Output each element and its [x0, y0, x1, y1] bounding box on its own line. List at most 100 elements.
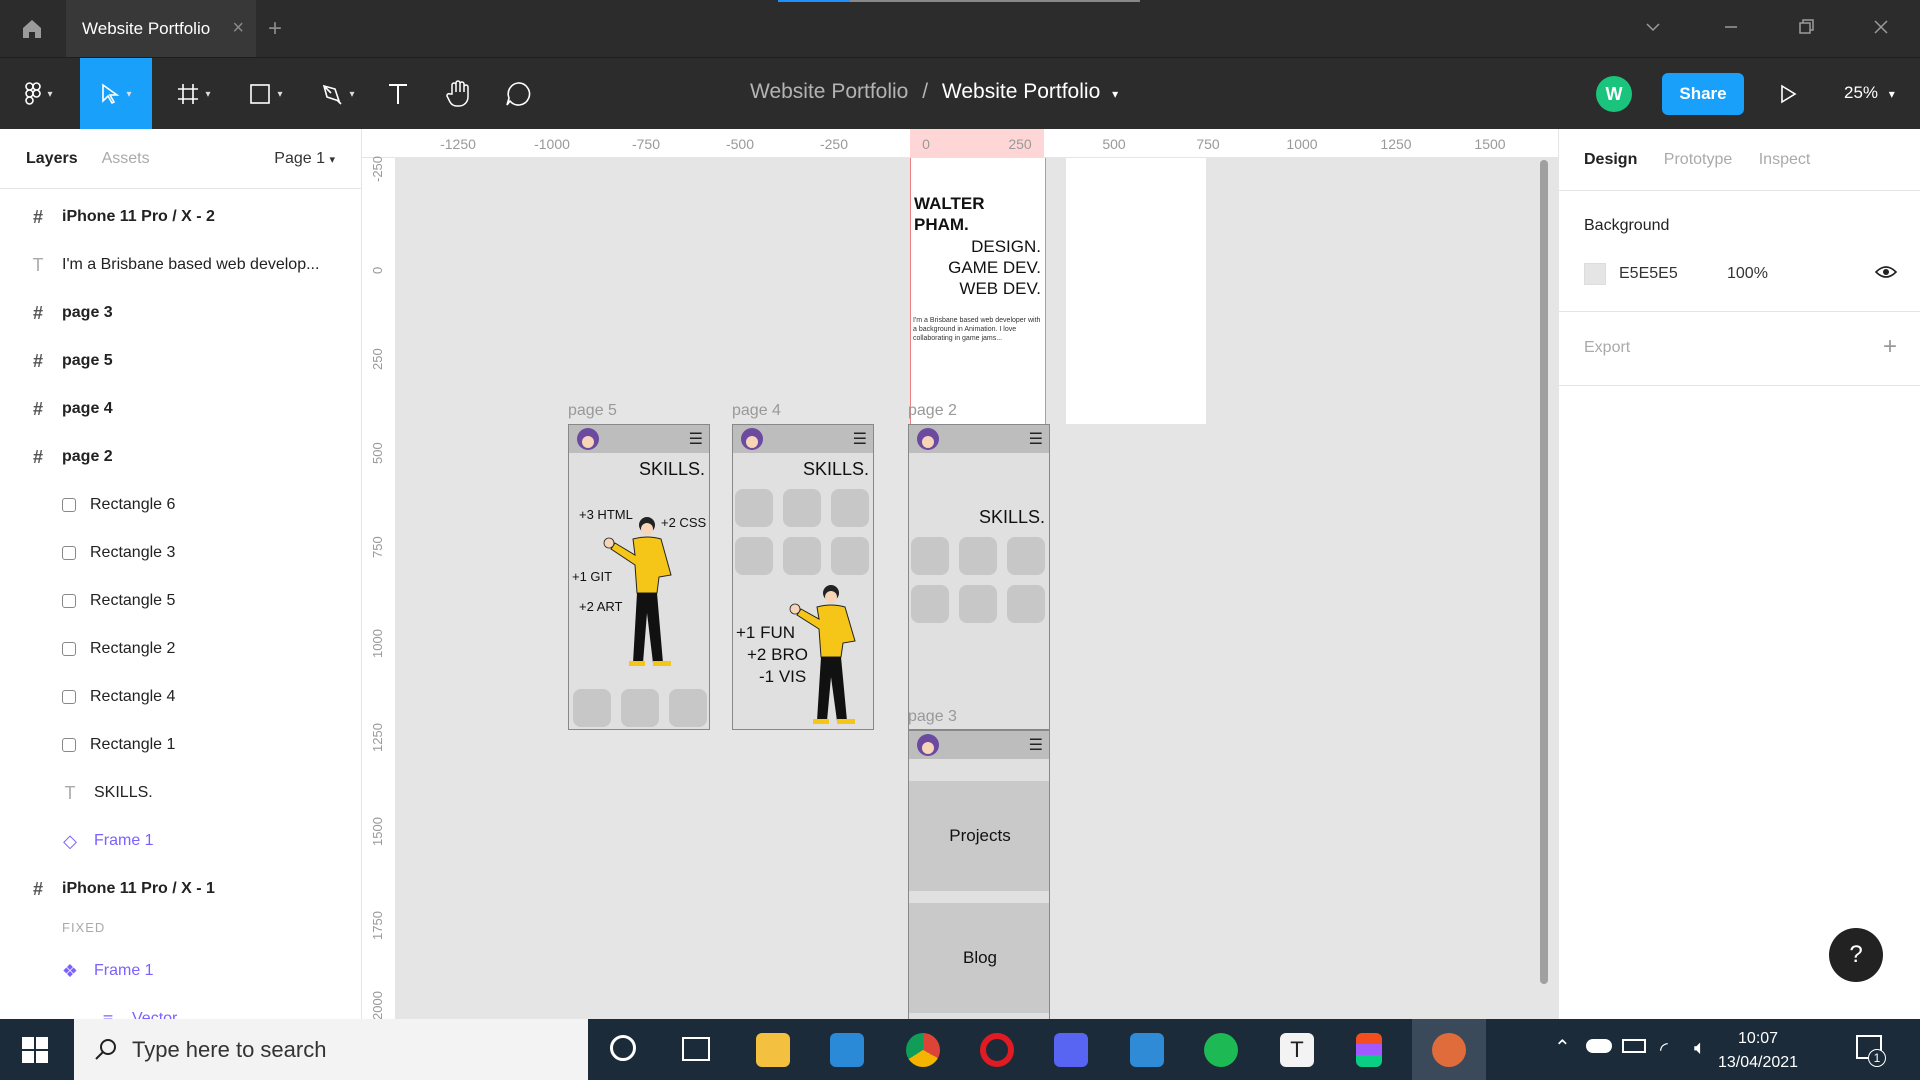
layer-label: page 3: [62, 304, 113, 321]
eye-icon[interactable]: [1874, 264, 1898, 285]
photos-icon[interactable]: [1130, 1033, 1164, 1067]
battery-icon[interactable]: [1622, 1039, 1646, 1053]
background-opacity-input[interactable]: 100%: [1727, 265, 1768, 283]
avatar[interactable]: W: [1596, 76, 1632, 112]
skill-tile: [911, 585, 949, 623]
background-hex-input[interactable]: E5E5E5: [1619, 265, 1678, 283]
typora-icon[interactable]: T: [1280, 1033, 1314, 1067]
file-tab[interactable]: Website Portfolio ×: [66, 0, 256, 57]
frame-iphone-2[interactable]: WALTER PHAM. DESIGN. GAME DEV. WEB DEV. …: [910, 158, 1046, 426]
layer-frame-1-component[interactable]: ❖ Frame 1: [0, 947, 361, 995]
tab-design[interactable]: Design: [1584, 151, 1637, 168]
cortana-icon[interactable]: [610, 1035, 636, 1061]
ruler-label: -1000: [534, 136, 570, 152]
discord-icon[interactable]: [1054, 1033, 1088, 1067]
share-button[interactable]: Share: [1662, 73, 1744, 115]
pen-tool-button[interactable]: ▾: [308, 58, 368, 130]
taskbar-clock[interactable]: 10:07 13/04/2021: [1718, 1027, 1798, 1075]
comment-tool-button[interactable]: [498, 58, 538, 130]
blog-button[interactable]: Blog: [909, 903, 1049, 1013]
layer-skills-text[interactable]: T SKILLS.: [0, 769, 361, 817]
ruler-label: 500: [370, 442, 385, 464]
tab-layers[interactable]: Layers: [26, 150, 78, 168]
avatar-face-icon: [917, 734, 939, 756]
layer-iphone-1[interactable]: # iPhone 11 Pro / X - 1: [0, 865, 361, 913]
frame-page-2[interactable]: ☰ SKILLS.: [908, 424, 1050, 730]
breadcrumb-project[interactable]: Website Portfolio: [750, 80, 908, 103]
wifi-icon[interactable]: ◜: [1660, 1037, 1668, 1062]
search-placeholder: Type here to search: [132, 1036, 327, 1062]
projects-button[interactable]: Projects: [909, 781, 1049, 891]
layer-bio-text[interactable]: T I'm a Brisbane based web develop...: [0, 241, 361, 289]
hand-tool-button[interactable]: [438, 58, 478, 130]
layer-page-5[interactable]: # page 5: [0, 337, 361, 385]
fixed-section-label: FIXED: [62, 920, 106, 935]
skills-title: SKILLS.: [802, 459, 869, 479]
layer-rectangle-3[interactable]: Rectangle 3: [0, 529, 361, 577]
layer-rectangle-2[interactable]: Rectangle 2: [0, 625, 361, 673]
page-selector[interactable]: Page 1 ▾: [274, 150, 335, 168]
layer-label: Rectangle 3: [90, 544, 176, 561]
opera-icon[interactable]: [980, 1033, 1014, 1067]
layer-rectangle-1[interactable]: Rectangle 1: [0, 721, 361, 769]
shape-tool-button[interactable]: ▾: [236, 58, 296, 130]
home-button[interactable]: [0, 0, 64, 57]
text-tool-button[interactable]: [380, 58, 416, 130]
frame-page-5[interactable]: ☰ SKILLS. +3 HTML +2 CSS +1 GIT +2 ART: [568, 424, 710, 730]
frame-tool-button[interactable]: ▾: [164, 58, 224, 130]
layer-page-3[interactable]: # page 3: [0, 289, 361, 337]
breadcrumb-file[interactable]: Website Portfolio: [942, 80, 1100, 103]
windows-start-icon[interactable]: [22, 1037, 48, 1068]
volume-icon[interactable]: 🔈︎: [1694, 1037, 1706, 1060]
task-view-icon[interactable]: [682, 1037, 710, 1061]
tab-assets[interactable]: Assets: [102, 150, 150, 168]
frame-iphone-1[interactable]: [1066, 158, 1206, 424]
layer-vector[interactable]: ≡ Vector: [0, 995, 361, 1020]
close-window-icon[interactable]: [1872, 16, 1890, 42]
figma-taskbar-icon[interactable]: [1356, 1033, 1382, 1067]
add-export-button[interactable]: +: [1883, 333, 1897, 361]
present-button[interactable]: [1766, 58, 1810, 130]
layer-page-2[interactable]: # page 2: [0, 433, 361, 481]
active-app-slot[interactable]: [1412, 1019, 1486, 1080]
frame-label-page-3[interactable]: page 3: [908, 708, 957, 726]
ruler-label: 2000: [370, 991, 385, 1020]
chevron-down-icon[interactable]: [1644, 16, 1662, 42]
layer-rectangle-6[interactable]: Rectangle 6: [0, 481, 361, 529]
restore-icon[interactable]: [1797, 16, 1815, 42]
layer-page-4[interactable]: # page 4: [0, 385, 361, 433]
layer-iphone-2[interactable]: # iPhone 11 Pro / X - 2: [0, 193, 361, 241]
canvas-scrollbar[interactable]: [1540, 160, 1548, 984]
chevron-down-icon: ▾: [1888, 87, 1895, 101]
layer-frame-1-instance[interactable]: ◇ Frame 1: [0, 817, 361, 865]
chevron-up-icon[interactable]: ⌃: [1554, 1035, 1571, 1060]
main-menu-button[interactable]: ▾: [10, 58, 68, 130]
chevron-down-icon: ▾: [47, 88, 53, 100]
new-tab-button[interactable]: +: [268, 15, 282, 43]
taskbar-search-box[interactable]: Type here to search: [74, 1019, 588, 1080]
clock-time: 10:07: [1738, 1030, 1779, 1047]
chevron-down-icon[interactable]: ▾: [1112, 87, 1118, 101]
file-explorer-icon[interactable]: [756, 1033, 790, 1067]
active-app-icon: [1432, 1033, 1466, 1067]
frame-page-3[interactable]: ☰ Projects Blog: [908, 730, 1050, 1019]
tab-inspect[interactable]: Inspect: [1759, 151, 1811, 168]
close-tab-icon[interactable]: ×: [232, 17, 244, 40]
frame-label-page-2[interactable]: page 2: [908, 402, 957, 420]
frame-label-page-4[interactable]: page 4: [732, 402, 781, 420]
chrome-icon[interactable]: [906, 1033, 940, 1067]
layer-rectangle-5[interactable]: Rectangle 5: [0, 577, 361, 625]
tab-prototype[interactable]: Prototype: [1664, 151, 1732, 168]
background-color-swatch[interactable]: [1584, 263, 1606, 285]
minimize-icon[interactable]: [1722, 16, 1740, 42]
mail-icon[interactable]: [830, 1033, 864, 1067]
layer-rectangle-4[interactable]: Rectangle 4: [0, 673, 361, 721]
help-button[interactable]: ?: [1829, 928, 1883, 982]
spotify-icon[interactable]: [1204, 1033, 1238, 1067]
frame-label-page-5[interactable]: page 5: [568, 402, 617, 420]
background-section-title: Background: [1584, 217, 1670, 234]
move-tool-button[interactable]: ▾: [80, 58, 152, 130]
zoom-dropdown[interactable]: 25% ▾: [1844, 83, 1895, 103]
frame-page-4[interactable]: ☰ SKILLS. +1 FUN +2 BRO -1 VIS: [732, 424, 874, 730]
onedrive-icon[interactable]: [1586, 1039, 1612, 1053]
